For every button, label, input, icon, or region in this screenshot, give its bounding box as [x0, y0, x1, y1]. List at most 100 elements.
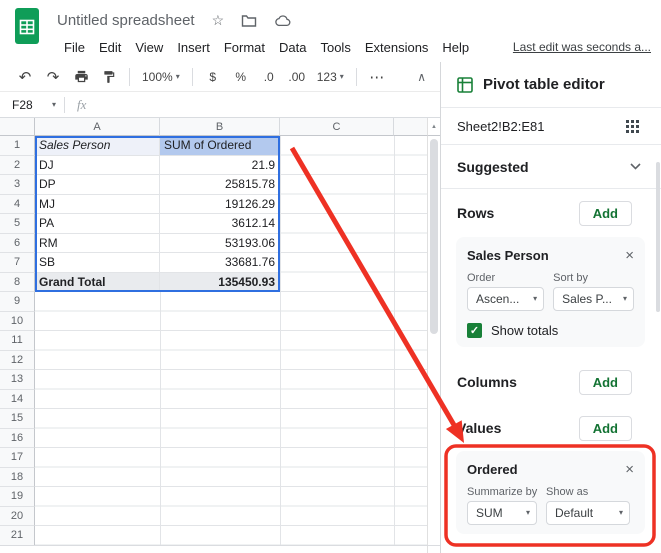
- row-header-17[interactable]: 17: [0, 448, 35, 468]
- sheets-logo-icon[interactable]: [13, 7, 41, 45]
- scroll-up-button[interactable]: ▲: [427, 118, 440, 136]
- menu-tools[interactable]: Tools: [313, 37, 357, 58]
- sort-by-dropdown[interactable]: Sales P...▾: [553, 287, 634, 311]
- ordered-value-card: Ordered × Summarize by SUM▾ Show as Defa…: [456, 451, 645, 534]
- row-header-21[interactable]: 21: [0, 526, 35, 545]
- pivot-grand-total-label[interactable]: Grand Total: [35, 273, 160, 293]
- zoom-selector[interactable]: 100%▾: [137, 65, 185, 89]
- vertical-scrollbar[interactable]: [427, 136, 440, 545]
- pivot-row-value-DP[interactable]: 25815.78: [160, 175, 280, 195]
- horizontal-scrollbar[interactable]: [0, 545, 440, 553]
- rows-section-header: Rows Add: [441, 189, 661, 237]
- menu-format[interactable]: Format: [217, 37, 272, 58]
- last-edit-link[interactable]: Last edit was seconds a...: [513, 40, 651, 54]
- row-header-10[interactable]: 10: [0, 312, 35, 332]
- menu-extensions[interactable]: Extensions: [358, 37, 436, 58]
- columns-add-button[interactable]: Add: [579, 370, 632, 395]
- row-header-13[interactable]: 13: [0, 370, 35, 390]
- show-totals-checkbox[interactable]: ✓: [467, 323, 482, 338]
- print-button[interactable]: [68, 65, 94, 89]
- undo-button[interactable]: ↶: [12, 65, 38, 89]
- order-dropdown[interactable]: Ascen...▾: [467, 287, 544, 311]
- paint-format-button[interactable]: [96, 65, 122, 89]
- suggested-section-toggle[interactable]: Suggested: [441, 145, 661, 189]
- show-as-dropdown[interactable]: Default▾: [546, 501, 630, 525]
- pivot-row-value-PA[interactable]: 3612.14: [160, 214, 280, 234]
- row-header-1[interactable]: 1: [0, 136, 35, 156]
- format-currency-button[interactable]: $: [200, 65, 226, 89]
- close-icon[interactable]: ×: [625, 248, 634, 263]
- name-box[interactable]: F28▾: [0, 98, 64, 112]
- column-header-A[interactable]: A: [35, 118, 160, 136]
- pivot-row-value-MJ[interactable]: 19126.29: [160, 195, 280, 215]
- pivot-row-label-PA[interactable]: PA: [35, 214, 160, 234]
- increase-decimal-button[interactable]: .00: [284, 65, 310, 89]
- menu-view[interactable]: View: [128, 37, 170, 58]
- cells-area[interactable]: Sales PersonSUM of OrderedDJ21.9DP25815.…: [35, 136, 427, 545]
- pivot-row-label-SB[interactable]: SB: [35, 253, 160, 273]
- row-header-19[interactable]: 19: [0, 487, 35, 507]
- pivot-header-sales-person[interactable]: Sales Person: [35, 136, 160, 156]
- formula-bar: F28▾ fx: [0, 92, 440, 118]
- row-header-14[interactable]: 14: [0, 390, 35, 410]
- row-header-9[interactable]: 9: [0, 292, 35, 312]
- summarize-by-dropdown[interactable]: SUM ▾: [467, 501, 537, 525]
- pivot-row-value-DJ[interactable]: 21.9: [160, 156, 280, 176]
- menu-insert[interactable]: Insert: [170, 37, 217, 58]
- values-add-button[interactable]: Add: [579, 416, 632, 441]
- menu-data[interactable]: Data: [272, 37, 313, 58]
- menu-edit[interactable]: Edit: [92, 37, 128, 58]
- column-header-C[interactable]: C: [280, 118, 394, 136]
- row-header-5[interactable]: 5: [0, 214, 35, 234]
- move-folder-icon[interactable]: [241, 14, 257, 27]
- hide-toolbar-button[interactable]: ∧: [417, 70, 426, 84]
- row-header-4[interactable]: 4: [0, 195, 35, 215]
- redo-button[interactable]: ↷: [40, 65, 66, 89]
- pivot-table-icon: [457, 77, 473, 93]
- pivot-row-label-RM[interactable]: RM: [35, 234, 160, 254]
- document-title[interactable]: Untitled spreadsheet: [57, 12, 195, 29]
- format-percent-button[interactable]: %: [228, 65, 254, 89]
- formula-input[interactable]: [96, 92, 440, 117]
- row-header-2[interactable]: 2: [0, 156, 35, 176]
- sort-by-value: Sales P...: [562, 292, 612, 306]
- select-data-range-icon[interactable]: [626, 120, 639, 133]
- pivot-row-label-MJ[interactable]: MJ: [35, 195, 160, 215]
- column-header-D[interactable]: D: [394, 118, 427, 136]
- menu-help[interactable]: Help: [435, 37, 476, 58]
- number-format-button[interactable]: 123▾: [312, 65, 349, 89]
- column-header-B[interactable]: B: [160, 118, 280, 136]
- row-header-8[interactable]: 8: [0, 273, 35, 293]
- chevron-down-icon: ▾: [526, 509, 530, 517]
- columns-section-header: Columns Add: [441, 359, 661, 405]
- menu-file[interactable]: File: [57, 37, 92, 58]
- row-header-11[interactable]: 11: [0, 331, 35, 351]
- cloud-status-icon[interactable]: [274, 14, 291, 27]
- row-header-12[interactable]: 12: [0, 351, 35, 371]
- select-all-corner[interactable]: [0, 118, 35, 136]
- spreadsheet-area: ↶ ↷ 100%▾ $ % .0 .00 123▾ ⋯ ∧ F28▾ fx A: [0, 62, 440, 553]
- pivot-row-label-DJ[interactable]: DJ: [35, 156, 160, 176]
- row-header-15[interactable]: 15: [0, 409, 35, 429]
- pivot-row-label-DP[interactable]: DP: [35, 175, 160, 195]
- star-icon[interactable]: ☆: [212, 13, 225, 27]
- pivot-grand-total-value[interactable]: 135450.93: [160, 273, 280, 293]
- panel-scrollbar-thumb[interactable]: [656, 162, 660, 312]
- row-header-7[interactable]: 7: [0, 253, 35, 273]
- number-format-label: 123: [317, 70, 337, 84]
- pivot-row-value-RM[interactable]: 53193.06: [160, 234, 280, 254]
- row-header-6[interactable]: 6: [0, 234, 35, 254]
- rows-add-button[interactable]: Add: [579, 201, 632, 226]
- values-section-header: Values Add: [441, 405, 661, 451]
- pivot-row-value-SB[interactable]: 33681.76: [160, 253, 280, 273]
- pivot-header-sum-of-ordered[interactable]: SUM of Ordered: [160, 136, 280, 156]
- row-header-20[interactable]: 20: [0, 507, 35, 527]
- row-header-18[interactable]: 18: [0, 468, 35, 488]
- row-header-16[interactable]: 16: [0, 429, 35, 449]
- row-header-3[interactable]: 3: [0, 175, 35, 195]
- decrease-decimal-button[interactable]: .0: [256, 65, 282, 89]
- summarize-by-value: SUM: [476, 506, 503, 520]
- vertical-scrollbar-thumb[interactable]: [430, 139, 438, 334]
- more-toolbar-button[interactable]: ⋯: [364, 65, 390, 89]
- close-icon[interactable]: ×: [625, 462, 634, 477]
